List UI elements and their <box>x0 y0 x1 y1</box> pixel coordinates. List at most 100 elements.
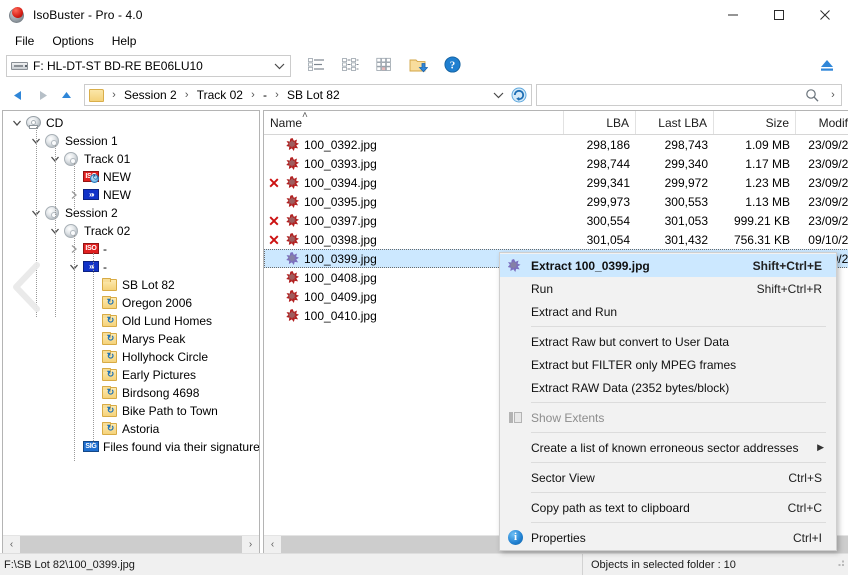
tree-node[interactable]: ISO- <box>3 240 259 258</box>
tree-node[interactable]: ISONEW <box>3 168 259 186</box>
tree-node[interactable]: Session 1 <box>3 132 259 150</box>
breadcrumb-item-track[interactable]: Track 02 <box>195 88 245 102</box>
tree-guide-line <box>93 253 94 443</box>
minimize-button[interactable] <box>710 0 756 30</box>
table-row[interactable]: ✕100_0393.jpg298,744299,3401.17 MB23/09/… <box>264 154 848 173</box>
tree-node[interactable]: SIGFiles found via their signature <box>3 438 259 456</box>
scroll-left-arrow[interactable]: ‹ <box>264 536 281 553</box>
context-menu[interactable]: Extract 100_0399.jpgShift+Ctrl+ERunShift… <box>499 252 837 551</box>
table-row[interactable]: ✕100_0394.jpg299,341299,9721.23 MB23/09/… <box>264 173 848 192</box>
scroll-left-arrow[interactable]: ‹ <box>3 536 20 553</box>
tree-horizontal-scrollbar[interactable]: ‹ › <box>3 535 259 552</box>
menu-item-extract[interactable]: Extract 100_0399.jpgShift+Ctrl+E <box>500 254 836 277</box>
table-row[interactable]: ✕100_0398.jpg301,054301,432756.31 KB09/1… <box>264 230 848 249</box>
cell-lastlba: 299,340 <box>636 157 714 171</box>
detail-view-button[interactable] <box>333 54 367 78</box>
back-button[interactable] <box>6 83 30 107</box>
help-button[interactable]: ? <box>435 54 469 78</box>
menu-item-copy-path[interactable]: Copy path as text to clipboardCtrl+C <box>500 496 836 519</box>
cell-lastlba: 301,053 <box>636 214 714 228</box>
chevron-down-icon[interactable] <box>489 91 507 99</box>
search-box[interactable]: › <box>536 84 842 106</box>
file-list-header[interactable]: Name˄LBALast LBASizeModifiedSize (Blocks… <box>264 111 848 135</box>
table-row[interactable]: ✕100_0397.jpg300,554301,053999.21 KB23/0… <box>264 211 848 230</box>
column-header-mod[interactable]: Modified <box>796 111 848 134</box>
row-spacer: ✕ <box>264 157 284 171</box>
track-disc-icon <box>63 222 81 240</box>
tree-node[interactable]: Session 2 <box>3 204 259 222</box>
resize-grip-icon[interactable] <box>832 554 848 575</box>
column-header-size[interactable]: Size <box>714 111 796 134</box>
breadcrumb-item-session[interactable]: Session 2 <box>122 88 179 102</box>
menu-help[interactable]: Help <box>103 31 146 51</box>
grid-view-icon <box>376 57 393 75</box>
tree-node[interactable]: Hollyhock Circle <box>3 348 259 366</box>
menu-item-show-extents: Show Extents <box>500 406 836 429</box>
tree-node[interactable]: Bike Path to Town <box>3 402 259 420</box>
column-header-lastlba[interactable]: Last LBA <box>636 111 714 134</box>
column-header-label: Size <box>766 116 789 130</box>
menu-item-extract-and-run[interactable]: Extract and Run <box>500 300 836 323</box>
jpg-file-icon <box>500 254 531 277</box>
column-header-lba[interactable]: LBA <box>564 111 636 134</box>
chevron-down-icon[interactable] <box>9 114 25 132</box>
tree-node[interactable]: CD <box>3 114 259 132</box>
tree-node-label: Track 02 <box>84 224 130 238</box>
drive-select[interactable]: F: HL-DT-ST BD-RE BE06LU10 <box>6 55 291 77</box>
menu-options[interactable]: Options <box>43 31 102 51</box>
menu-item-extract-raw-user-data[interactable]: Extract Raw but convert to User Data <box>500 330 836 353</box>
tree-view[interactable]: CDSession 1Track 01ISONEW»›NEWSession 2 T… <box>3 111 259 535</box>
udf-badge-icon: »› <box>82 186 100 204</box>
status-path: F:\SB Lot 82\100_0399.jpg <box>0 559 582 571</box>
menu-icon-slot <box>500 466 531 489</box>
tree-node[interactable]: Track 02 <box>3 222 259 240</box>
tree-node[interactable]: Old Lund Homes <box>3 312 259 330</box>
breadcrumb-item-folder[interactable]: SB Lot 82 <box>285 88 342 102</box>
jpg-file-icon <box>284 270 302 285</box>
tree-node[interactable]: Birdsong 4698 <box>3 384 259 402</box>
breadcrumb[interactable]: › Session 2 › Track 02 › - › SB Lot 82 <box>84 84 532 106</box>
tree-node[interactable]: »›NEW <box>3 186 259 204</box>
tree-node[interactable]: Track 01 <box>3 150 259 168</box>
eject-button[interactable] <box>812 54 842 78</box>
folder-sync-icon <box>101 384 119 402</box>
list-view-button[interactable] <box>299 54 333 78</box>
menu-item-sector-view[interactable]: Sector ViewCtrl+S <box>500 466 836 489</box>
column-header-name[interactable]: Name˄ <box>264 111 564 134</box>
menu-file[interactable]: File <box>6 31 43 51</box>
tree-node[interactable]: Oregon 2006 <box>3 294 259 312</box>
refresh-icon[interactable] <box>507 87 531 103</box>
search-input[interactable] <box>537 86 799 104</box>
table-row[interactable]: ✕100_0392.jpg298,186298,7431.09 MB23/09/… <box>264 135 848 154</box>
extract-folder-button[interactable] <box>401 54 435 78</box>
grid-view-button[interactable] <box>367 54 401 78</box>
eject-icon <box>819 58 835 75</box>
magnifier-icon[interactable] <box>799 88 825 103</box>
menu-item-shortcut: Shift+Ctrl+R <box>757 282 836 296</box>
forward-button[interactable] <box>30 83 54 107</box>
menu-separator <box>531 462 826 463</box>
close-button[interactable] <box>802 0 848 30</box>
tree-node[interactable]: SB Lot 82 <box>3 276 259 294</box>
menu-item-create-error-list[interactable]: Create a list of known erroneous sector … <box>500 436 836 459</box>
tree-node[interactable]: Early Pictures <box>3 366 259 384</box>
maximize-button[interactable] <box>756 0 802 30</box>
up-button[interactable] <box>54 83 78 107</box>
tree-node[interactable]: »›- <box>3 258 259 276</box>
tree-guide-line <box>55 145 56 317</box>
row-spacer: ✕ <box>264 195 284 209</box>
row-spacer: ✕ <box>264 138 284 152</box>
tree-guide-line <box>74 235 75 461</box>
scroll-right-arrow[interactable]: › <box>242 536 259 553</box>
breadcrumb-item-filesystem[interactable]: - <box>261 88 269 102</box>
menu-item-extract-filter-mpeg[interactable]: Extract but FILTER only MPEG frames <box>500 353 836 376</box>
tree-node[interactable]: Astoria <box>3 420 259 438</box>
table-row[interactable]: ✕100_0395.jpg299,973300,5531.13 MB23/09/… <box>264 192 848 211</box>
menu-item-run[interactable]: RunShift+Ctrl+R <box>500 277 836 300</box>
file-name: 100_0394.jpg <box>304 176 377 190</box>
scroll-thumb[interactable] <box>20 536 242 553</box>
tree-node[interactable]: Marys Peak <box>3 330 259 348</box>
search-go-button[interactable]: › <box>825 89 841 101</box>
menu-item-extract-raw-data[interactable]: Extract RAW Data (2352 bytes/block) <box>500 376 836 399</box>
menu-item-properties[interactable]: iPropertiesCtrl+I <box>500 526 836 549</box>
